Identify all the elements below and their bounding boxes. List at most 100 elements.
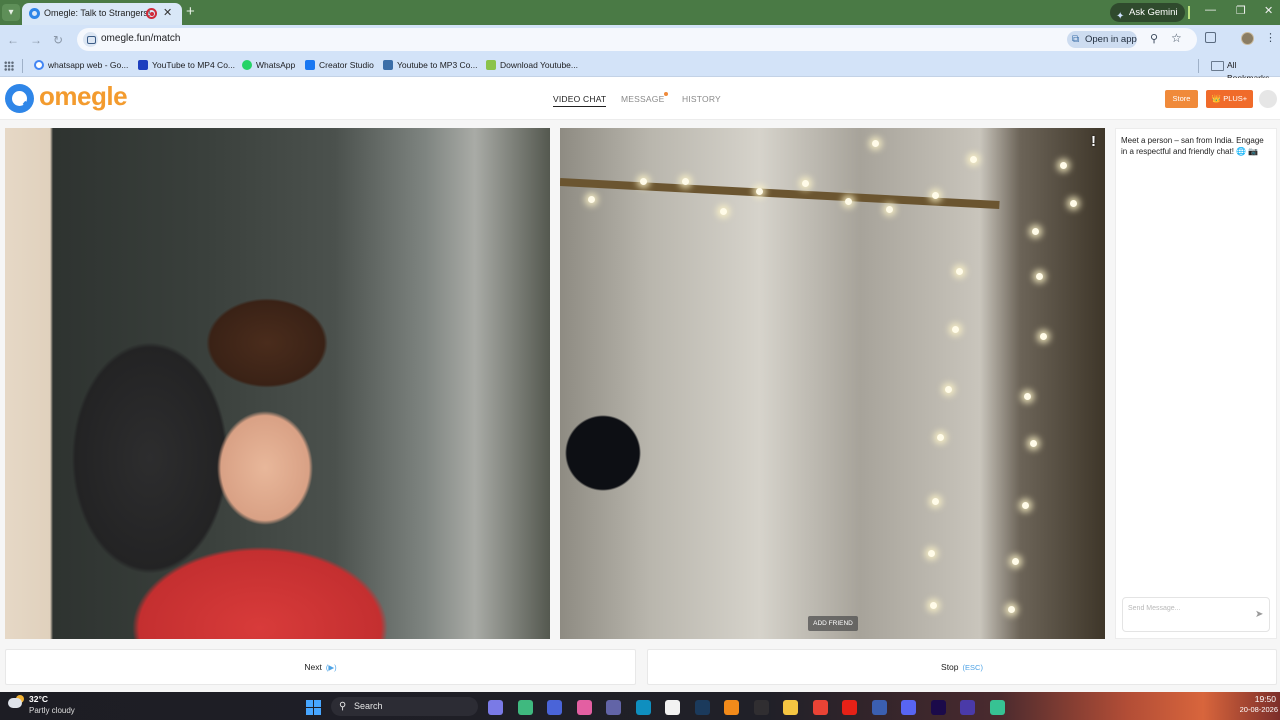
ask-gemini-button[interactable]: ✦ Ask Gemini — [1110, 3, 1185, 22]
steam-icon[interactable] — [694, 700, 710, 715]
fairy-light — [1040, 333, 1047, 340]
fairy-light — [1012, 558, 1019, 565]
report-icon[interactable]: ! — [1091, 133, 1099, 150]
nav-message-label: MESSAGE — [621, 94, 665, 104]
premiere-pro-icon[interactable] — [930, 700, 946, 715]
bookmark-creator-studio[interactable]: Creator Studio — [305, 59, 374, 73]
apps-grid-icon[interactable] — [4, 61, 14, 71]
ask-gemini-label: Ask Gemini — [1129, 7, 1178, 18]
discord-icon[interactable] — [901, 700, 916, 715]
bookmark-label: YouTube to MP4 Co... — [152, 60, 236, 70]
screen-capture-icon[interactable] — [989, 700, 1005, 715]
bookmark-label: whatsapp web - Go... — [48, 60, 129, 70]
profile-avatar-icon[interactable] — [1241, 32, 1254, 45]
back-icon[interactable]: ← — [7, 33, 19, 47]
nav-video-chat[interactable]: VIDEO CHAT — [553, 94, 607, 107]
restore-icon[interactable]: ❐ — [1236, 4, 1246, 17]
remote-video-feed: ! ADD FRIEND — [560, 128, 1105, 639]
divider — [1188, 6, 1190, 19]
bookmark-youtube-to-mp3[interactable]: Youtube to MP3 Co... — [383, 59, 478, 73]
taskbar-search[interactable]: ⚲ Search — [331, 697, 478, 716]
fairy-light — [937, 434, 944, 441]
bookmark-star-icon[interactable]: ☆ — [1171, 31, 1182, 45]
app-multicolor-icon[interactable] — [517, 700, 533, 715]
fairy-light — [970, 156, 977, 163]
next-button[interactable]: Next (▶) — [5, 649, 636, 685]
fairy-light — [588, 196, 595, 203]
edge-icon[interactable] — [635, 700, 651, 715]
fairy-light — [720, 208, 727, 215]
stop-label: Stop — [941, 662, 959, 672]
clock-date[interactable]: 20-08-2026 — [1230, 705, 1278, 714]
logo-text: omegle — [39, 81, 128, 111]
browser-menu-icon[interactable]: ⋮ — [1265, 31, 1276, 44]
omegle-logo-icon — [5, 84, 34, 113]
fairy-light — [886, 206, 893, 213]
teams-icon[interactable] — [606, 700, 621, 715]
windows-start-icon[interactable] — [306, 700, 321, 715]
bookmark-whatsapp[interactable]: WhatsApp — [242, 59, 295, 73]
window-close-icon[interactable]: ✕ — [1264, 4, 1273, 17]
taskbar-search-label: Search — [354, 701, 383, 711]
chrome-icon[interactable] — [812, 700, 828, 715]
user-avatar[interactable] — [1259, 90, 1277, 108]
fairy-light — [802, 180, 809, 187]
fairy-light — [1036, 273, 1043, 280]
tab-search-icon[interactable]: ▾ — [2, 4, 20, 21]
cloud-icon — [8, 698, 22, 708]
copilot-icon[interactable] — [488, 700, 503, 715]
notification-dot — [664, 92, 669, 96]
open-in-app-button[interactable]: ⧉ Open in app — [1067, 31, 1137, 48]
bookmark-label: Youtube to MP3 Co... — [397, 60, 478, 70]
whatsapp-icon — [242, 60, 252, 70]
stop-button[interactable]: Stop (ESC) — [647, 649, 1277, 685]
fairy-light — [1030, 440, 1037, 447]
plus-button[interactable]: 👑 PLUS+ — [1206, 90, 1253, 108]
zoom-icon[interactable]: ⚲ — [1150, 32, 1158, 45]
send-icon[interactable]: ➤ — [1255, 609, 1263, 620]
weather-description: Partly cloudy — [29, 706, 75, 715]
new-tab-icon[interactable]: + — [186, 3, 195, 20]
bookmark-label: Download Youtube... — [500, 60, 578, 70]
file-explorer-icon[interactable] — [783, 700, 798, 715]
forward-icon[interactable]: → — [30, 33, 42, 47]
tab-omegle[interactable]: Omegle: Talk to Strangers! ✕ — [22, 3, 182, 25]
reload-icon[interactable]: ↻ — [53, 33, 63, 47]
meta-icon — [305, 60, 315, 70]
recorder-icon[interactable] — [960, 700, 975, 715]
obs-icon[interactable] — [753, 700, 769, 715]
fairy-light — [1032, 228, 1039, 235]
tab-title: Omegle: Talk to Strangers! — [44, 8, 151, 18]
add-friend-button[interactable]: ADD FRIEND — [808, 616, 858, 631]
fairy-light — [1060, 162, 1067, 169]
tab-close-icon[interactable]: ✕ — [163, 6, 172, 19]
clock-time[interactable]: 19:50 — [1248, 694, 1276, 704]
fairy-light — [932, 192, 939, 199]
bulb-icon — [486, 60, 496, 70]
nav-message[interactable]: MESSAGE — [621, 92, 669, 104]
bookmark-download-youtube[interactable]: Download Youtube... — [486, 59, 578, 73]
url-input[interactable]: omegle.fun/match ⧉ Open in app ⚲ ☆ — [77, 28, 1197, 51]
copilot-app-icon[interactable] — [576, 700, 592, 715]
bookmark-whatsapp-web[interactable]: whatsapp web - Go... — [34, 59, 128, 73]
fairy-light — [1008, 606, 1015, 613]
minimize-icon[interactable]: — — [1205, 4, 1216, 16]
bookmark-youtube-to-mp4[interactable]: YouTube to MP4 Co... — [138, 59, 235, 73]
fairy-light — [928, 550, 935, 557]
fairy-light — [682, 178, 689, 185]
publisher-icon[interactable] — [871, 700, 887, 715]
fairy-light — [640, 178, 647, 185]
store-button[interactable]: Store — [1165, 90, 1198, 108]
fairy-light — [872, 140, 879, 147]
messenger-icon[interactable] — [547, 700, 562, 715]
local-video-feed — [5, 128, 550, 639]
converter-icon — [138, 60, 148, 70]
vlc-icon[interactable] — [724, 700, 739, 715]
nav-history[interactable]: HISTORY — [682, 94, 721, 104]
chat-message-input[interactable]: Send Message... — [1122, 597, 1270, 632]
site-info-icon[interactable] — [83, 32, 98, 47]
youtube-icon[interactable] — [842, 700, 857, 715]
fairy-light — [845, 198, 852, 205]
store-icon[interactable] — [665, 700, 680, 715]
extensions-icon[interactable] — [1205, 32, 1216, 43]
